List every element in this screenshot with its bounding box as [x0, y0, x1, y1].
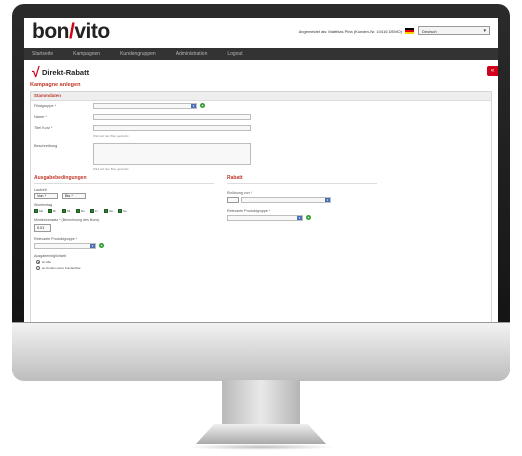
checkbox-mo[interactable] [34, 209, 38, 213]
chevron-down-icon: ▾ [90, 244, 95, 248]
language-value: Deutsch [422, 29, 437, 34]
name-input[interactable] [93, 114, 251, 120]
required-mark: * [54, 104, 57, 108]
back-button[interactable]: « [487, 66, 498, 76]
chevron-down-icon: ▾ [297, 216, 302, 220]
titel-row: Titel Kurz * [31, 123, 491, 134]
titel-input[interactable] [93, 125, 251, 131]
rabatt-produktgruppe-label-text: Relevante Produktgruppe [227, 209, 268, 213]
ausgabemoeglichkeit-label: Ausgabemöglichkeit [34, 254, 67, 258]
page-title: Direkt-Rabatt [42, 68, 90, 77]
beschreibung-textarea[interactable] [93, 143, 251, 165]
titel-hint: Wird auf den Bon gedruckt [93, 134, 129, 138]
mindestumsatz-input[interactable]: 0.01 [34, 224, 51, 232]
logo-text-right: vito [74, 20, 110, 43]
bis-date-input[interactable]: Bis * [62, 193, 86, 199]
monitor-stand-neck [222, 380, 300, 426]
page-heading: √ Direkt-Rabatt « [24, 60, 498, 82]
nav-item-kundengruppen[interactable]: Kundengruppen [120, 51, 156, 57]
filialgruppe-select[interactable]: ▾ [93, 103, 197, 109]
day-label-sa: Sa [109, 209, 113, 213]
page-subtitle: Kampagne anlegen [30, 82, 81, 88]
chevron-down-icon: ▾ [483, 28, 486, 34]
mindestumsatz-label: Mindestumsatz * (Berechnung des Bons) [34, 218, 100, 222]
einloesung-label: Einlösung von * [227, 191, 252, 195]
header: bon/vito Angemeldet als: Matthias Pirla … [24, 18, 498, 48]
day-label-di: Di [53, 209, 56, 213]
required-mark: * [75, 237, 78, 241]
beschreibung-hint: Wird auf den Bon gedruckt [93, 167, 129, 171]
section-ausgabe-divider [34, 183, 214, 184]
name-row: Name * [31, 112, 491, 123]
checkbox-do[interactable] [76, 209, 80, 213]
radio-an-alle-label: an Alle [42, 260, 52, 264]
name-label: Name * [34, 115, 47, 119]
ausgabe-produktgruppe-select[interactable]: ▾ [34, 243, 96, 249]
day-label-mo: Mo [39, 209, 44, 213]
form-panel: Stammdaten Filialgruppe * ▾ + Name * Tit… [30, 91, 492, 322]
radio-kundenliste[interactable] [36, 266, 40, 270]
titel-label-text: Titel Kurz [34, 126, 50, 130]
checkbox-sa[interactable] [104, 209, 108, 213]
required-mark: * [50, 126, 53, 130]
ausgabe-produktgruppe-label-text: Relevante Produktgruppe [34, 237, 75, 241]
filialgruppe-label: Filialgruppe * [34, 104, 56, 108]
titel-label: Titel Kurz * [34, 126, 52, 130]
add-rabatt-produktgruppe-button[interactable]: + [306, 215, 311, 220]
monitor-shadow [186, 444, 336, 450]
beschreibung-label: Beschreibung [34, 144, 58, 148]
radio-an-alle[interactable] [36, 260, 40, 264]
required-mark: * [45, 115, 47, 119]
radio-kundenliste-label: an Kunden einer Kundenliste [42, 266, 81, 270]
monitor-stand-foot [196, 424, 326, 444]
laufzeit-label: Laufzeit [34, 188, 47, 192]
nav-item-startseite[interactable]: Startseite [32, 51, 53, 57]
section-stammdaten-title: Stammdaten [31, 92, 491, 101]
section-rabatt-divider [227, 183, 377, 184]
main-nav: Startseite Kampagnen Kundengruppen Admin… [24, 48, 498, 60]
language-select[interactable]: Deutsch ▾ [418, 26, 490, 35]
einloesung-label-text: Einlösung von [227, 191, 250, 195]
day-label-fr: Fr [95, 209, 98, 213]
day-label-so: So [123, 209, 127, 213]
einloesung-select[interactable]: ▾ [241, 197, 331, 203]
add-produktgruppe-button[interactable]: + [99, 243, 104, 248]
day-label-mi: Mi [67, 209, 71, 213]
day-label-do: Do [81, 209, 85, 213]
einloesung-amount-input[interactable] [227, 197, 239, 203]
filialgruppe-label-text: Filialgruppe [34, 104, 54, 108]
name-label-text: Name [34, 115, 45, 119]
checkbox-mi[interactable] [62, 209, 66, 213]
checkbox-fr[interactable] [90, 209, 94, 213]
wochentag-label: Wochentag [34, 203, 53, 207]
nav-item-kampagnen[interactable]: Kampagnen [73, 51, 100, 57]
screen: bon/vito Angemeldet als: Matthias Pirla … [24, 18, 498, 322]
required-mark: * [250, 191, 252, 195]
filialgruppe-row: Filialgruppe * ▾ + [31, 101, 491, 112]
logo-text-left: bon [32, 20, 69, 43]
checkbox-di[interactable] [48, 209, 52, 213]
add-filialgruppe-button[interactable]: + [200, 103, 205, 108]
nav-item-logout[interactable]: Logout [227, 51, 242, 57]
bonvito-logo[interactable]: bon/vito [32, 20, 110, 44]
user-info: Angemeldet als: Matthias Pirla (Kunden-N… [298, 29, 402, 34]
german-flag-icon [405, 28, 414, 34]
nav-item-administration[interactable]: Administration [176, 51, 208, 57]
monitor-chin [12, 322, 510, 381]
von-date-input[interactable]: Von * [34, 193, 58, 199]
ausgabe-produktgruppe-label: Relevante Produktgruppe * [34, 237, 77, 241]
chevron-down-icon: ▾ [191, 104, 196, 108]
chevron-down-icon: ▾ [325, 198, 330, 202]
section-ausgabe-title: Ausgabebedingungen [34, 175, 87, 181]
required-mark: * [268, 209, 271, 213]
checkmark-icon: √ [32, 64, 40, 80]
rabatt-produktgruppe-label: Relevante Produktgruppe * [227, 209, 270, 213]
section-rabatt-title: Rabatt [227, 175, 243, 181]
checkbox-so[interactable] [118, 209, 122, 213]
rabatt-produktgruppe-select[interactable]: ▾ [227, 215, 303, 221]
